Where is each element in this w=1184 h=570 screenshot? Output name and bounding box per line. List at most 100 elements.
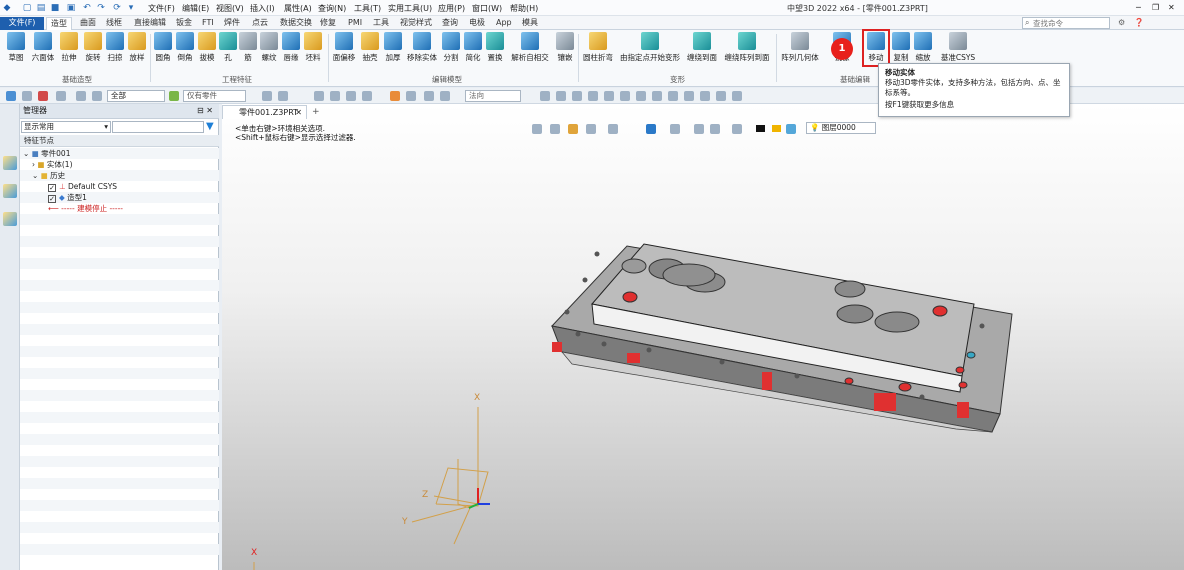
menu-query[interactable]: 查询(N)	[318, 3, 346, 14]
snap-icon[interactable]	[262, 91, 272, 101]
open-file-icon[interactable]: ▤	[36, 3, 46, 13]
settings-icon[interactable]: ⚙	[1118, 17, 1125, 30]
save-icon[interactable]: ■	[50, 3, 60, 13]
tab-repair[interactable]: 修复	[320, 17, 336, 30]
print-icon[interactable]: ▣	[66, 3, 76, 13]
tab-point-cloud[interactable]: 点云	[252, 17, 268, 30]
tab-weldment[interactable]: 焊件	[224, 17, 240, 30]
part-model[interactable]	[222, 104, 1184, 570]
menu-file[interactable]: 文件(F)	[148, 3, 175, 14]
thread-button[interactable]: 螺纹	[258, 32, 280, 72]
tree-node-part[interactable]: ⌄ ■ 零件001	[20, 148, 219, 159]
hole-button[interactable]: 孔	[218, 32, 238, 72]
view-tool-icon[interactable]	[716, 91, 726, 101]
view-tool-icon[interactable]	[572, 91, 582, 101]
tab-file[interactable]: 文件(F)	[0, 17, 44, 30]
simplify-button[interactable]: 简化	[462, 32, 484, 72]
emboss-button[interactable]: 镶嵌	[554, 32, 576, 72]
menu-utilities[interactable]: 实用工具(U)	[388, 3, 432, 14]
tree-node-solids[interactable]: › ■ 实体(1)	[20, 159, 219, 170]
view-tool-icon[interactable]	[668, 91, 678, 101]
wrap-to-face-button[interactable]: 缠绕到面	[684, 32, 720, 72]
view-tool-icon[interactable]	[732, 91, 742, 101]
view-tool-icon[interactable]	[588, 91, 598, 101]
pick-icon[interactable]	[406, 91, 416, 101]
wrap-pattern-button[interactable]: 缠绕阵列到面	[722, 32, 772, 72]
new-file-icon[interactable]: ▢	[22, 3, 32, 13]
command-search-input[interactable]	[1023, 18, 1103, 28]
view-tool-icon[interactable]	[636, 91, 646, 101]
resolve-self-intersect-button[interactable]: 解析自相交	[508, 32, 552, 72]
menu-window[interactable]: 窗口(W)	[472, 3, 502, 14]
tab-app[interactable]: App	[496, 17, 512, 30]
part-icon[interactable]	[3, 156, 17, 170]
pattern-geometry-button[interactable]: 阵列几何体	[778, 32, 822, 72]
user-icon[interactable]	[3, 212, 17, 226]
tree-node-shape1[interactable]: ✓ ◆ 造型1	[20, 192, 219, 203]
tab-fti[interactable]: FTI	[202, 17, 214, 30]
revolve-button[interactable]: 旋转	[82, 32, 104, 72]
cylinder-bend-button[interactable]: 圆柱折弯	[580, 32, 616, 72]
manager-search-input[interactable]	[112, 121, 204, 133]
pick-icon[interactable]	[346, 91, 356, 101]
pick-icon[interactable]	[440, 91, 450, 101]
menu-help[interactable]: 帮助(H)	[510, 3, 538, 14]
point-deform-button[interactable]: 由指定点开始变形	[618, 32, 682, 72]
minimize-icon[interactable]: ─	[1136, 3, 1141, 12]
rib-button[interactable]: 筋	[238, 32, 258, 72]
filter-funnel-icon[interactable]: ▼	[206, 121, 214, 132]
snap-icon[interactable]	[278, 91, 288, 101]
stock-button[interactable]: 坯料	[302, 32, 324, 72]
tab-visual-style[interactable]: 视觉样式	[400, 17, 432, 30]
remove-icon[interactable]	[38, 91, 48, 101]
tab-tools[interactable]: 工具	[373, 17, 389, 30]
view-tool-icon[interactable]	[540, 91, 550, 101]
command-search[interactable]	[1022, 17, 1110, 29]
tab-surface[interactable]: 曲面	[80, 17, 96, 30]
view-tool-icon[interactable]	[556, 91, 566, 101]
tab-electrode[interactable]: 电极	[469, 17, 485, 30]
box-button[interactable]: 六面体	[30, 32, 56, 72]
part-only-select[interactable]: 仅有零件	[183, 90, 246, 102]
close-icon[interactable]: ✕	[1168, 3, 1175, 12]
select-icon[interactable]	[6, 91, 16, 101]
tab-direct-edit[interactable]: 直接编辑	[134, 17, 166, 30]
pick-icon[interactable]	[314, 91, 324, 101]
fillet-button[interactable]: 圆角	[152, 32, 174, 72]
view-tool-icon[interactable]	[700, 91, 710, 101]
tree-node-history[interactable]: ⌄ ■ 历史	[20, 170, 219, 181]
sweep-button[interactable]: 扫掠	[104, 32, 126, 72]
tab-sheet-metal[interactable]: 钣金	[176, 17, 192, 30]
lip-button[interactable]: 唇缘	[280, 32, 302, 72]
restore-icon[interactable]: ❐	[1152, 3, 1159, 12]
draft-button[interactable]: 拔模	[196, 32, 218, 72]
split-button[interactable]: 分割	[440, 32, 462, 72]
manager-filter-select[interactable]: 显示常用 ▾	[21, 121, 111, 133]
tree-node-rollback-marker[interactable]: ⟵ ----- 建模停止 -----	[20, 203, 219, 214]
menu-insert[interactable]: 插入(I)	[250, 3, 275, 14]
normal-direction-select[interactable]: 法向	[465, 90, 521, 102]
image-icon[interactable]	[3, 184, 17, 198]
pick-icon[interactable]	[362, 91, 372, 101]
sketch-button[interactable]: 草图	[4, 32, 28, 72]
tab-pmi[interactable]: PMI	[348, 17, 362, 30]
visibility-checkbox[interactable]: ✓	[48, 184, 56, 192]
loft-button[interactable]: 放样	[126, 32, 148, 72]
help-icon[interactable]: ❓	[1134, 17, 1144, 30]
filter-all-select[interactable]: 全部	[107, 90, 165, 102]
tab-modeling[interactable]: 造型	[46, 17, 72, 30]
extrude-button[interactable]: 拉伸	[58, 32, 80, 72]
pin-icon[interactable]: ⊟ ✕	[197, 104, 213, 118]
undo-icon[interactable]: ↶	[82, 3, 92, 13]
geometry-icon[interactable]	[92, 91, 102, 101]
add-icon[interactable]	[22, 91, 32, 101]
shape-icon[interactable]	[76, 91, 86, 101]
tab-mold[interactable]: 模具	[522, 17, 538, 30]
dropdown-icon[interactable]: ▾	[126, 3, 136, 13]
face-offset-button[interactable]: 面偏移	[330, 32, 358, 72]
menu-edit[interactable]: 编辑(E)	[182, 3, 209, 14]
view-tool-icon[interactable]	[604, 91, 614, 101]
history-icon[interactable]	[424, 91, 434, 101]
tree-node-default-csys[interactable]: ✓ ⊥ Default CSYS	[20, 181, 219, 192]
remove-solid-button[interactable]: 移除实体	[404, 32, 440, 72]
